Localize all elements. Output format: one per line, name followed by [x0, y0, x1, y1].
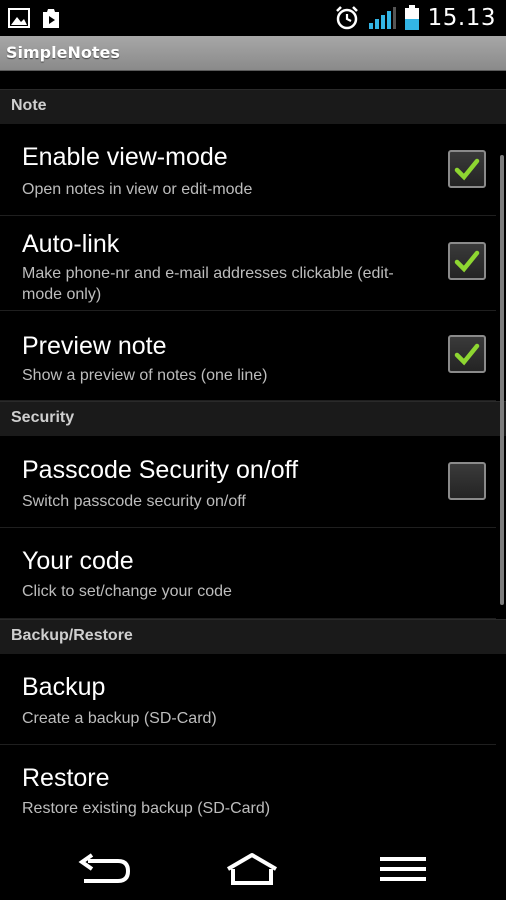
pref-title: Auto-link [22, 230, 120, 258]
section-header-backup-restore: Backup/Restore [0, 619, 506, 654]
pref-title: Your code [22, 547, 134, 575]
menu-button[interactable] [374, 851, 434, 887]
pref-your-code[interactable]: Your code Click to set/change your code [0, 528, 496, 619]
pref-passcode-security[interactable]: Passcode Security on/off Switch passcode… [0, 436, 496, 528]
pref-summary: Make phone-nr and e-mail addresses click… [22, 265, 394, 303]
checkmark-icon [454, 343, 480, 366]
pref-summary: Create a backup (SD-Card) [22, 710, 217, 727]
pref-backup[interactable]: Backup Create a backup (SD-Card) [0, 654, 496, 745]
pref-auto-link[interactable]: Auto-link Make phone-nr and e-mail addre… [0, 216, 496, 311]
section-header-label: Backup/Restore [11, 627, 133, 644]
battery-icon [404, 5, 419, 30]
app-title: SimpleNotes [6, 43, 120, 62]
status-bar: 15.13 [0, 0, 506, 36]
pref-title: Passcode Security on/off [22, 456, 299, 484]
menu-icon [380, 857, 426, 881]
pref-title: Enable view-mode [22, 143, 228, 171]
pref-summary: Switch passcode security on/off [22, 493, 246, 510]
pref-summary: Show a preview of notes (one line) [22, 367, 268, 384]
home-icon [226, 853, 278, 885]
pref-title: Restore [22, 764, 110, 792]
pref-title: Backup [22, 673, 106, 701]
preferences-list[interactable]: Note Enable view-mode Open notes in view… [0, 71, 506, 839]
play-store-notification-icon [43, 9, 59, 28]
back-button[interactable] [74, 851, 134, 887]
pref-summary: Click to set/change your code [22, 583, 232, 600]
checkmark-icon [454, 158, 480, 181]
pref-summary: Open notes in view or edit-mode [22, 181, 253, 198]
checkmark-icon [454, 250, 480, 273]
auto-link-checkbox[interactable] [448, 242, 486, 280]
alarm-icon [335, 6, 358, 30]
back-icon [78, 853, 131, 883]
scrollbar[interactable] [500, 155, 504, 605]
section-header-note: Note [0, 89, 506, 124]
gallery-notification-icon [8, 8, 30, 28]
home-button[interactable] [222, 851, 282, 887]
pref-restore[interactable]: Restore Restore existing backup (SD-Card… [0, 745, 496, 839]
pref-summary: Restore existing backup (SD-Card) [22, 800, 271, 817]
action-bar: SimpleNotes [0, 36, 506, 71]
signal-icon [368, 7, 396, 29]
passcode-security-checkbox[interactable] [448, 462, 486, 500]
navigation-bar [0, 839, 506, 900]
clock: 15.13 [427, 5, 496, 31]
section-header-label: Note [11, 97, 47, 114]
section-header-label: Security [11, 409, 75, 426]
pref-preview-note[interactable]: Preview note Show a preview of notes (on… [0, 311, 496, 401]
section-header-security: Security [0, 401, 506, 436]
preview-note-checkbox[interactable] [448, 335, 486, 373]
enable-view-mode-checkbox[interactable] [448, 150, 486, 188]
pref-title: Preview note [22, 332, 167, 360]
pref-enable-view-mode[interactable]: Enable view-mode Open notes in view or e… [0, 124, 496, 216]
